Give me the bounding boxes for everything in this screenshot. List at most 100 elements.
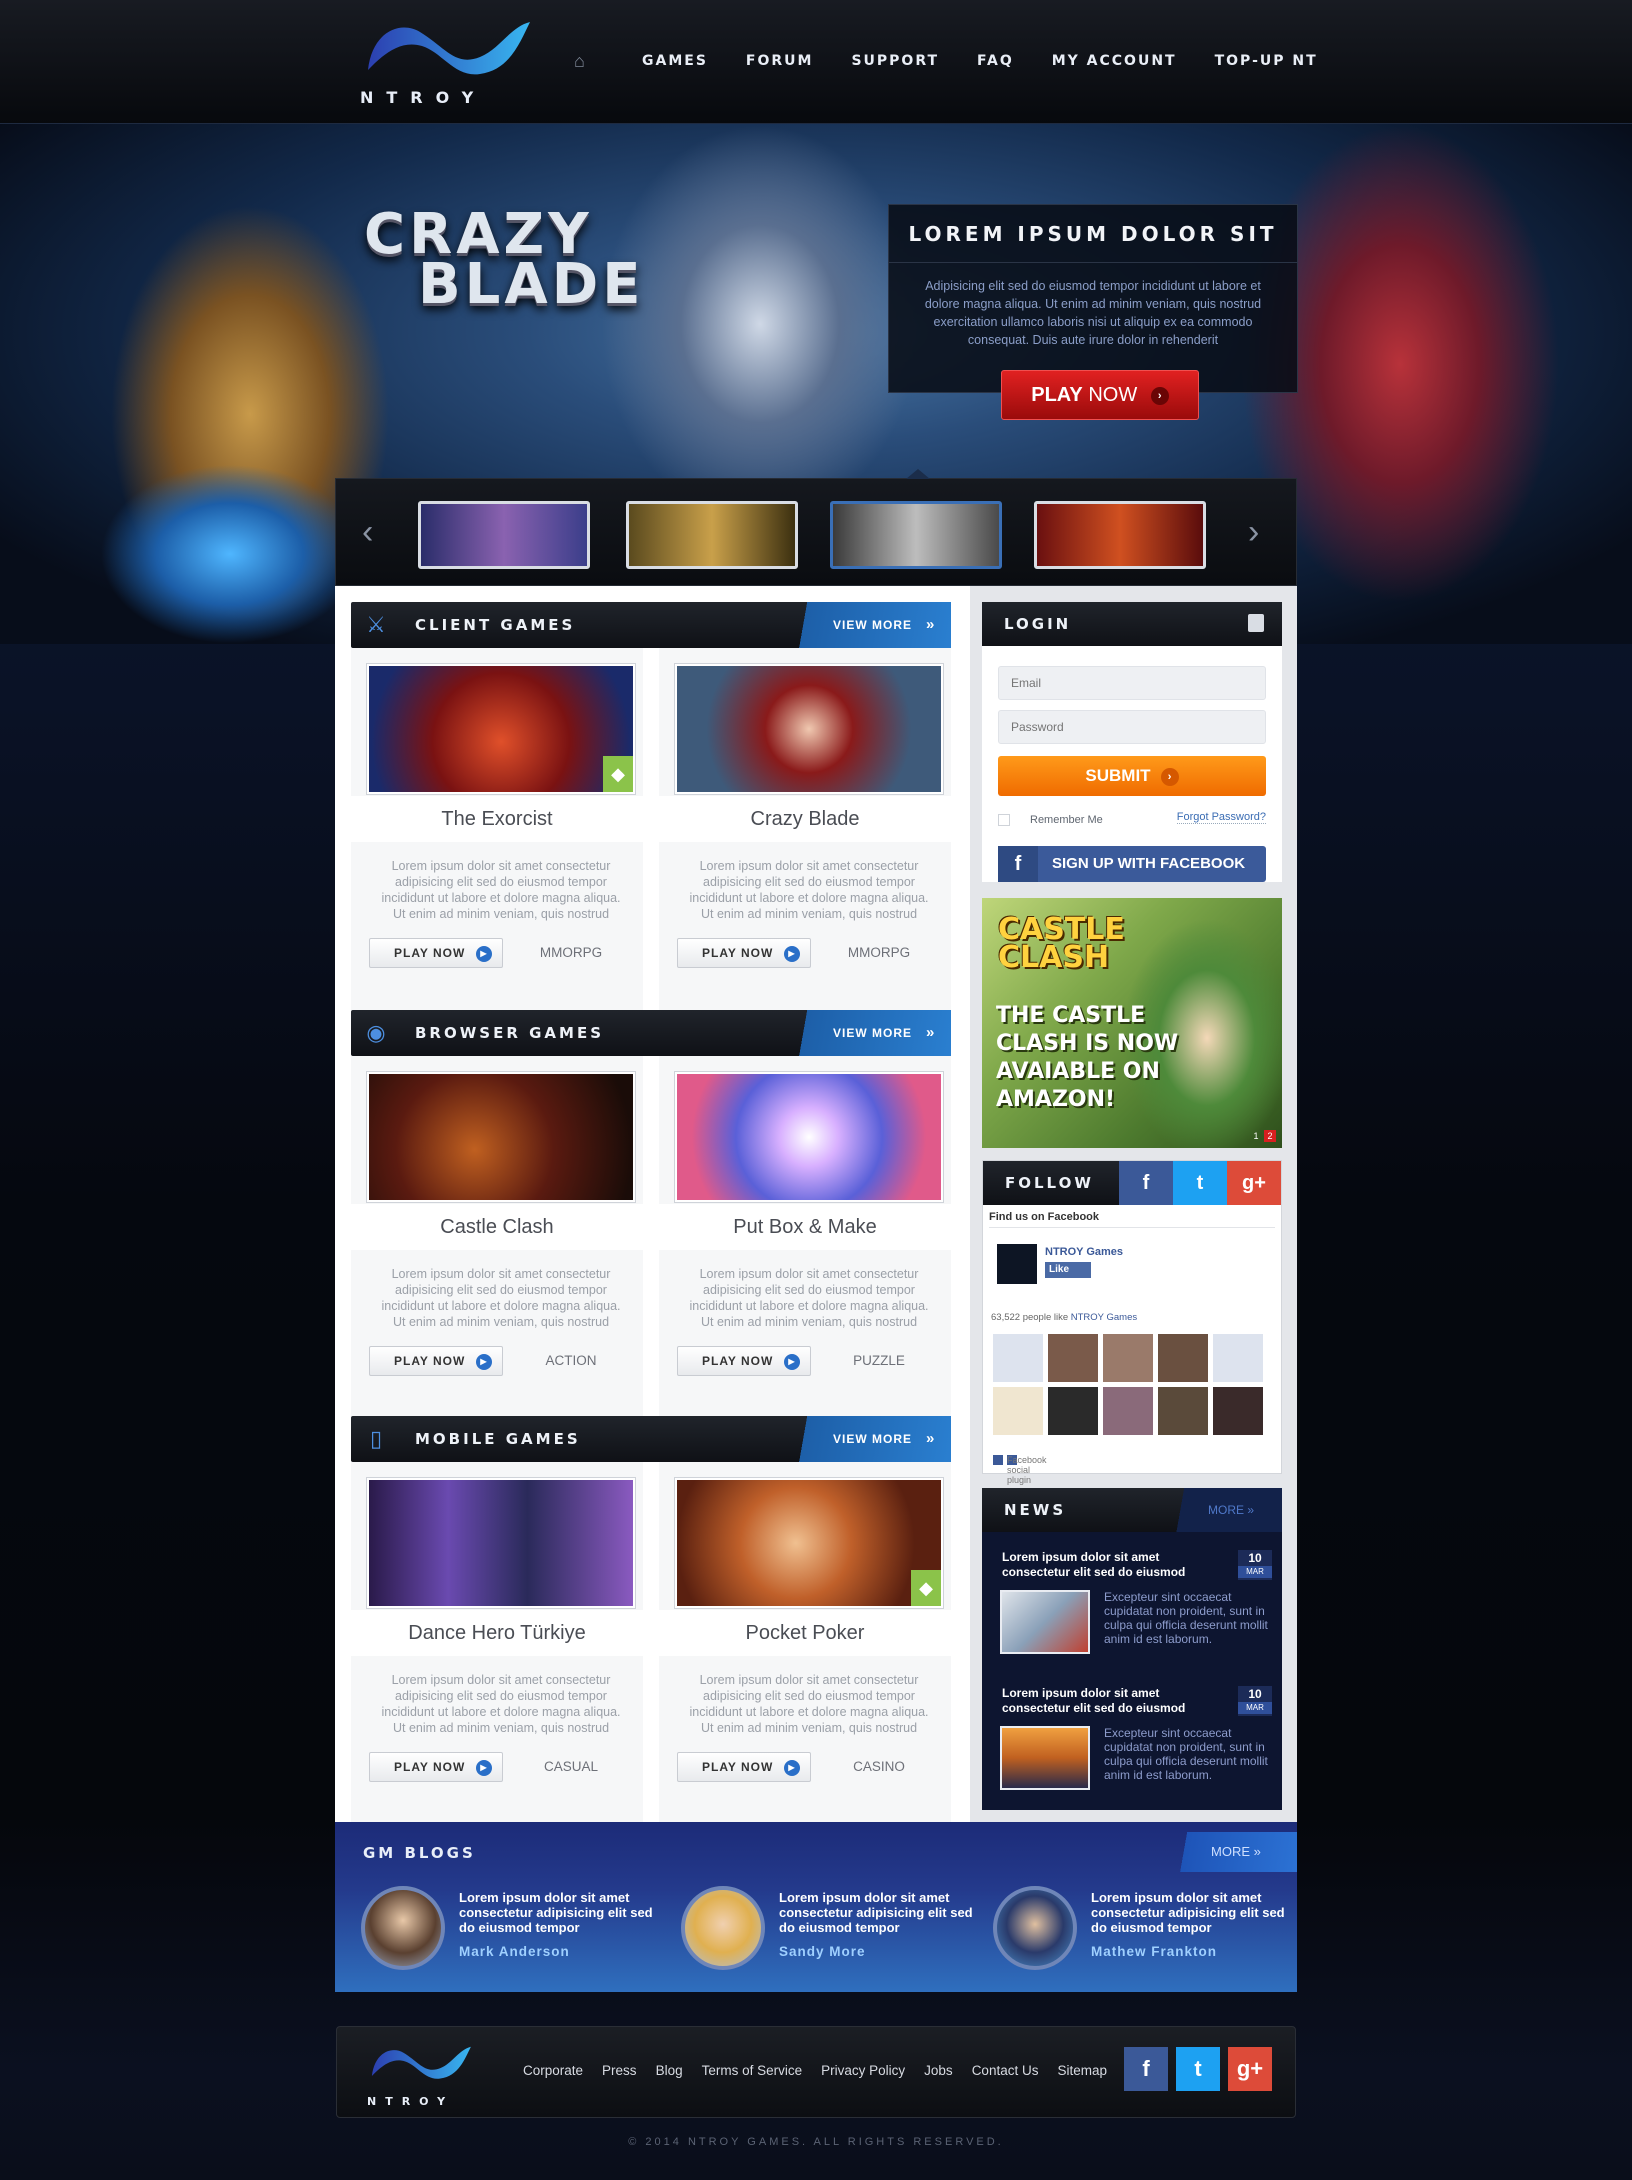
play-now-button[interactable]: PLAY NOW ▶ (677, 1346, 811, 1376)
ad-page-1[interactable]: 1 (1250, 1130, 1262, 1142)
ad-page-2[interactable]: 2 (1264, 1130, 1276, 1142)
nav-games[interactable]: GAMES (642, 53, 708, 69)
nav-my-account[interactable]: MY ACCOUNT (1052, 53, 1177, 69)
news-headline[interactable]: Lorem ipsum dolor sit amet consectetur e… (1002, 1686, 1212, 1716)
remember-me-checkbox[interactable] (998, 814, 1010, 827)
game-title[interactable]: Castle Clash (351, 1204, 643, 1250)
game-thumbnail[interactable] (367, 1478, 635, 1608)
blog-excerpt[interactable]: Lorem ipsum dolor sit amet consectetur a… (1091, 1890, 1301, 1935)
nav-faq[interactable]: FAQ (977, 53, 1014, 69)
carousel-thumb-4[interactable] (1034, 501, 1206, 569)
carousel-prev-icon[interactable]: ‹ (362, 513, 373, 552)
home-icon[interactable]: ⌂ (574, 52, 596, 70)
footer-link-blog[interactable]: Blog (656, 2063, 683, 2078)
email-input[interactable] (998, 666, 1266, 700)
game-thumbnail[interactable] (675, 1072, 943, 1202)
play-now-button[interactable]: PLAY NOW ▶ (677, 938, 811, 968)
fan-avatar[interactable] (1158, 1387, 1208, 1435)
author-avatar[interactable] (993, 1886, 1077, 1970)
footer-link-privacy[interactable]: Privacy Policy (821, 2063, 905, 2078)
fb-page-name[interactable]: NTROY Games (1045, 1246, 1123, 1258)
news-item[interactable]: Lorem ipsum dolor sit amet consectetur e… (982, 1536, 1282, 1664)
play-now-button[interactable]: PLAY NOW ▶ (369, 938, 503, 968)
fan-avatar[interactable] (1213, 1387, 1263, 1435)
nav-forum[interactable]: FORUM (746, 53, 814, 69)
footer-link-sitemap[interactable]: Sitemap (1057, 2063, 1107, 2078)
fan-avatar[interactable] (1158, 1334, 1208, 1382)
fan-avatar[interactable] (993, 1387, 1043, 1435)
author-avatar[interactable] (681, 1886, 765, 1970)
blog-excerpt[interactable]: Lorem ipsum dolor sit amet consectetur a… (459, 1890, 669, 1935)
facebook-icon[interactable]: f (1124, 2047, 1168, 2091)
fan-avatar[interactable] (1103, 1334, 1153, 1382)
password-input[interactable] (998, 710, 1266, 744)
fan-avatar[interactable] (993, 1334, 1043, 1382)
blog-author[interactable]: Mathew Frankton (1091, 1944, 1217, 1959)
blog-entry[interactable]: Lorem ipsum dolor sit amet consectetur a… (361, 1886, 661, 1976)
game-title[interactable]: Pocket Poker (659, 1610, 951, 1656)
blog-entry[interactable]: Lorem ipsum dolor sit amet consectetur a… (993, 1886, 1293, 1976)
game-thumbnail[interactable]: ◆ (675, 1478, 943, 1608)
fan-avatar[interactable] (1213, 1334, 1263, 1382)
game-thumbnail[interactable]: ◆ (367, 664, 635, 794)
play-now-button[interactable]: PLAY NOW ▶ (677, 1752, 811, 1782)
news-more-button[interactable]: MORE » (1172, 1488, 1282, 1532)
carousel-thumb-1[interactable] (418, 501, 590, 569)
fan-avatar[interactable] (1103, 1387, 1153, 1435)
game-thumbnail[interactable] (675, 664, 943, 794)
view-more-button[interactable]: VIEW MORE » (793, 1416, 951, 1462)
ad-logo: CASTLE CLASH (998, 915, 1125, 973)
footer-link-jobs[interactable]: Jobs (924, 2063, 953, 2078)
google-plus-icon[interactable]: g+ (1228, 2047, 1272, 2091)
game-title[interactable]: Crazy Blade (659, 796, 951, 842)
author-avatar[interactable] (361, 1886, 445, 1970)
facebook-signup-button[interactable]: f SIGN UP WITH FACEBOOK (998, 846, 1266, 882)
facebook-icon[interactable]: f (1119, 1161, 1173, 1205)
carousel-thumb-2[interactable] (626, 501, 798, 569)
follow-title: FOLLOW (1005, 1174, 1094, 1192)
news-thumbnail[interactable] (1000, 1590, 1090, 1654)
nav-support[interactable]: SUPPORT (851, 53, 939, 69)
news-headline[interactable]: Lorem ipsum dolor sit amet consectetur e… (1002, 1550, 1212, 1580)
carousel-next-icon[interactable]: › (1248, 513, 1259, 552)
news-item[interactable]: Lorem ipsum dolor sit amet consectetur e… (982, 1672, 1282, 1800)
fb-like-button[interactable]: Like (1045, 1262, 1091, 1278)
nav-top-up[interactable]: TOP-UP NT (1215, 53, 1318, 69)
footer-link-corporate[interactable]: Corporate (523, 2063, 583, 2078)
play-now-button[interactable]: PLAY NOW ▶ (369, 1752, 503, 1782)
view-more-button[interactable]: VIEW MORE » (793, 1010, 951, 1056)
fb-count-page[interactable]: NTROY Games (1071, 1312, 1137, 1323)
blog-excerpt[interactable]: Lorem ipsum dolor sit amet consectetur a… (779, 1890, 989, 1935)
view-more-button[interactable]: VIEW MORE » (793, 602, 951, 648)
site-logo[interactable]: NTROY (360, 12, 540, 112)
game-thumbnail[interactable] (367, 1072, 635, 1202)
forgot-password-link[interactable]: Forgot Password? (1176, 811, 1266, 824)
blog-author[interactable]: Mark Anderson (459, 1944, 570, 1959)
play-now-button[interactable]: PLAY NOW ▶ (369, 1346, 503, 1376)
carousel-thumb-3[interactable] (830, 501, 1002, 569)
blog-author[interactable]: Sandy More (779, 1944, 866, 1959)
blogs-more-button[interactable]: MORE » (1175, 1832, 1297, 1872)
fan-avatar[interactable] (1048, 1334, 1098, 1382)
blog-entry[interactable]: Lorem ipsum dolor sit amet consectetur a… (681, 1886, 981, 1976)
footer-link-press[interactable]: Press (602, 2063, 637, 2078)
game-genre: PUZZLE (853, 1353, 905, 1368)
game-title[interactable]: The Exorcist (351, 796, 643, 842)
twitter-icon[interactable]: t (1176, 2047, 1220, 2091)
hero-play-now-button[interactable]: PLAY NOW › (1001, 370, 1199, 420)
footer-link-contact[interactable]: Contact Us (972, 2063, 1039, 2078)
twitter-icon[interactable]: t (1173, 1161, 1227, 1205)
game-title[interactable]: Dance Hero Türkiye (351, 1610, 643, 1656)
copyright: © 2014 NTROY GAMES. ALL RIGHTS RESERVED. (628, 2136, 1004, 2148)
submit-button[interactable]: SUBMIT › (998, 756, 1266, 796)
castle-clash-ad[interactable]: CASTLE CLASH THE CASTLE CLASH IS NOW AVAI… (982, 898, 1282, 1148)
fan-avatar[interactable] (1048, 1387, 1098, 1435)
footer-link-terms[interactable]: Terms of Service (702, 2063, 803, 2078)
fb-faces (993, 1334, 1269, 1435)
game-title[interactable]: Put Box & Make (659, 1204, 951, 1250)
footer-logo[interactable]: NTROY (367, 2037, 477, 2108)
news-thumbnail[interactable] (1000, 1726, 1090, 1790)
google-plus-icon[interactable]: g+ (1227, 1161, 1281, 1205)
play-icon: ▶ (784, 946, 800, 962)
fb-page-avatar[interactable] (997, 1244, 1037, 1284)
